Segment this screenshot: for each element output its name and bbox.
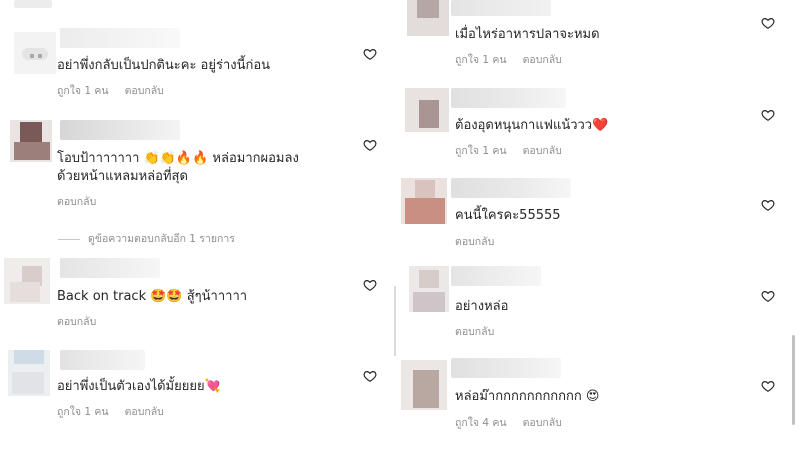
comment-text: อย่าพึ่งกลับเป็นปกตินะคะ อยู่ร่างนี้ก่อน	[57, 58, 271, 73]
heart-outline-icon[interactable]	[761, 108, 775, 122]
reply-button[interactable]: ตอบกลับ	[125, 82, 164, 99]
username-blurred[interactable]	[60, 120, 180, 140]
comment-meta: ถูกใจ 1 คน ตอบกลับ	[57, 403, 164, 420]
like-count[interactable]: ถูกใจ 1 คน	[57, 403, 109, 420]
like-count[interactable]: ถูกใจ 1 คน	[57, 82, 109, 99]
heart-outline-icon[interactable]	[363, 278, 377, 292]
comment-meta: ตอบกลับ	[57, 313, 96, 330]
comment-meta: ถูกใจ 1 คน ตอบกลับ	[455, 51, 562, 68]
comment-text: Back on track 🤩🤩 สู้ๆน้าาาาา	[57, 289, 248, 304]
avatar[interactable]	[4, 258, 50, 304]
comment-text: เมื่อไหร่อาหารปลาจะหมด	[455, 27, 600, 42]
reply-button[interactable]: ตอบกลับ	[455, 233, 494, 250]
username-blurred[interactable]	[451, 266, 541, 286]
username-blurred[interactable]	[451, 178, 571, 198]
heart-outline-icon[interactable]	[761, 289, 775, 303]
heart-outline-icon[interactable]	[363, 47, 377, 61]
avatar[interactable]	[401, 178, 447, 224]
reply-button[interactable]: ตอบกลับ	[523, 414, 562, 431]
reply-button[interactable]: ตอบกลับ	[57, 193, 96, 210]
comment-meta: ถูกใจ 1 คน ตอบกลับ	[455, 142, 562, 159]
heart-outline-icon[interactable]	[761, 16, 775, 30]
comment-text: ต้องอุดหนุนกาแฟแน้ววว❤️	[455, 118, 609, 133]
username-blurred[interactable]	[451, 88, 566, 108]
like-count[interactable]: ถูกใจ 4 คน	[455, 414, 507, 431]
comment-meta: ตอบกลับ	[455, 233, 494, 250]
avatar[interactable]	[407, 0, 449, 42]
reply-button[interactable]: ตอบกลับ	[125, 403, 164, 420]
view-replies-button[interactable]: ดูข้อความตอบกลับอีก 1 รายการ	[58, 230, 235, 247]
like-count[interactable]: ถูกใจ 1 คน	[455, 142, 507, 159]
avatar[interactable]	[10, 120, 52, 162]
comment-text: อย่างหล่อ	[455, 299, 509, 314]
avatar[interactable]	[14, 32, 56, 74]
heart-outline-icon[interactable]	[363, 138, 377, 152]
avatar[interactable]	[401, 360, 447, 410]
comment-text-line2: ด้วยหน้าแหลมหล่อที่สุด	[57, 169, 188, 184]
reply-button[interactable]: ตอบกลับ	[523, 51, 562, 68]
comment-text: อย่าพึ่งเป็นตัวเองได้มั้ยยยย💘	[57, 379, 221, 394]
username-blurred[interactable]	[60, 258, 160, 278]
heart-outline-icon[interactable]	[363, 369, 377, 383]
avatar[interactable]	[8, 350, 50, 396]
heart-outline-icon[interactable]	[761, 198, 775, 212]
comment-meta: ถูกใจ 1 คน ตอบกลับ	[57, 82, 164, 99]
username-blurred[interactable]	[60, 350, 145, 370]
reply-button[interactable]: ตอบกลับ	[523, 142, 562, 159]
comment-text: หล่อม๊ากกกกกกกกกกก 😍	[455, 389, 600, 404]
avatar[interactable]	[405, 88, 449, 132]
comment-meta: ตอบกลับ	[455, 323, 494, 340]
reply-button[interactable]: ตอบกลับ	[455, 323, 494, 340]
reply-button[interactable]: ตอบกลับ	[57, 313, 96, 330]
comment-meta: ถูกใจ 4 คน ตอบกลับ	[455, 414, 562, 431]
comments-column-right: เมื่อไหร่อาหารปลาจะหมด ถูกใจ 1 คน ตอบกลับ…	[395, 0, 800, 450]
scrollbar[interactable]	[788, 0, 800, 450]
like-count[interactable]: ถูกใจ 1 คน	[455, 51, 507, 68]
comment-text: คนนี้ใครคะ55555	[455, 208, 561, 223]
comment-text: โอบป้าาาาาาา 👏👏🔥🔥 หล่อมากผอมลง	[57, 151, 299, 166]
avatar[interactable]	[409, 266, 451, 312]
comments-column-left: อย่าพึ่งกลับเป็นปกตินะคะ อยู่ร่างนี้ก่อน…	[0, 0, 390, 450]
scrollbar-thumb[interactable]	[792, 335, 795, 425]
heart-outline-icon[interactable]	[761, 379, 775, 393]
username-blurred[interactable]	[451, 358, 561, 378]
username-blurred[interactable]	[60, 28, 180, 48]
username-blurred[interactable]	[451, 0, 551, 16]
comment-meta: ตอบกลับ	[57, 193, 96, 210]
